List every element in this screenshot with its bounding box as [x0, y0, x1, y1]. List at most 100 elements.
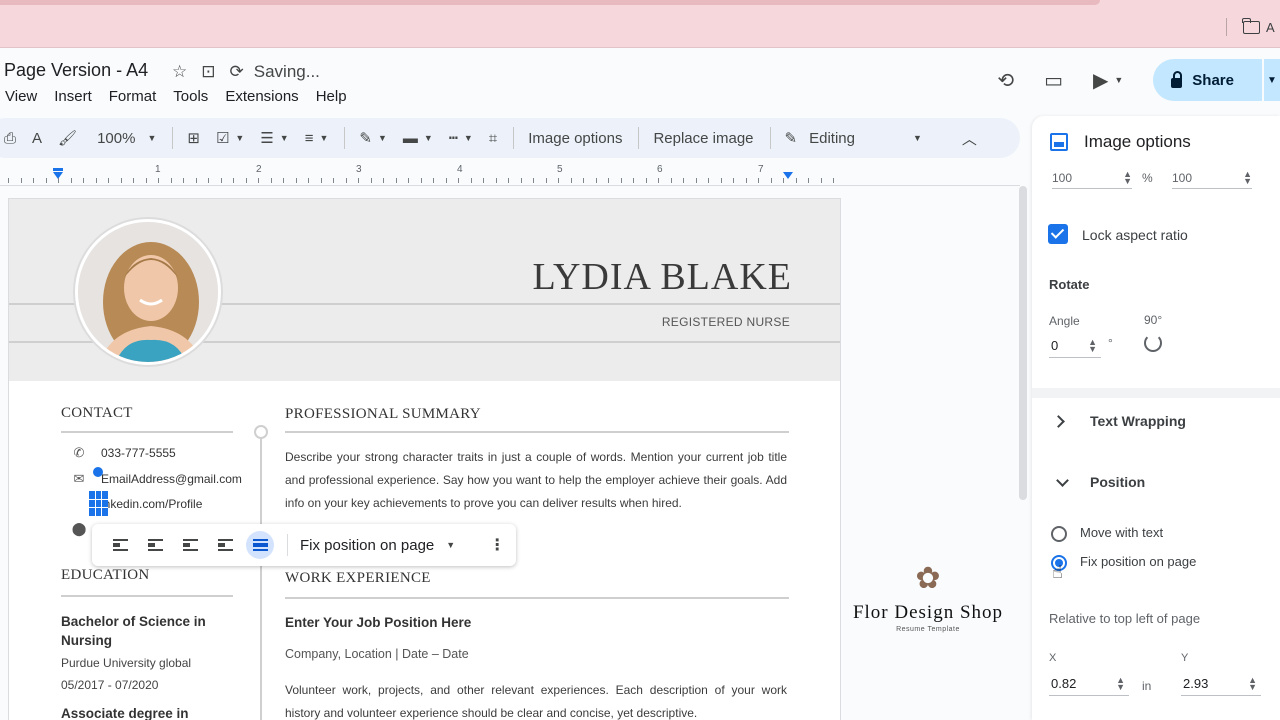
ruler-tick [683, 178, 684, 183]
contact-heading[interactable]: CONTACT [61, 405, 133, 422]
summary-heading[interactable]: PROFESSIONAL SUMMARY [285, 406, 481, 423]
selected-image-grid-icon[interactable] [89, 491, 108, 516]
spinner-icon: ▲ ▼ [1088, 336, 1097, 354]
star-icon[interactable]: ☆ [172, 62, 187, 82]
behind-text-button[interactable] [211, 531, 239, 559]
menu-help[interactable]: Help [316, 88, 347, 105]
ruler-tick [345, 178, 347, 183]
replace-image-button[interactable]: Replace image [653, 130, 753, 147]
y-position-input[interactable]: 2.93 ▲ ▼ [1181, 675, 1261, 696]
move-with-text-radio[interactable] [1051, 526, 1067, 542]
editing-mode-select[interactable]: ✎ Editing ▼ [785, 129, 922, 148]
panel-title: Image options [1084, 132, 1191, 151]
border-weight-icon[interactable]: ▬ ▼ [403, 130, 433, 147]
menu-extensions[interactable]: Extensions [225, 88, 298, 105]
lock-aspect-checkbox[interactable] [1048, 224, 1068, 244]
move-folder-icon[interactable]: ⊡ [201, 62, 215, 82]
degree-symbol: ° [1108, 336, 1113, 350]
ruler-tick [608, 178, 609, 183]
ruler-tick [420, 178, 422, 183]
border-color-icon[interactable]: ✎ ▼ [359, 129, 387, 147]
ruler-tick [195, 178, 197, 183]
format-painter-icon[interactable]: 🖌 [58, 129, 77, 147]
education-rule [61, 595, 233, 597]
job-position[interactable]: Enter Your Job Position Here [285, 615, 471, 630]
bulleted-list-icon[interactable]: ☰ ▼ [260, 129, 288, 147]
spellcheck-icon[interactable]: A [32, 130, 42, 147]
crop-icon[interactable]: ⌗ [489, 130, 497, 147]
chevron-down-icon[interactable] [1056, 474, 1069, 487]
position-mode-select[interactable]: Fix position on page ▼ [300, 537, 455, 554]
first-line-indent-marker[interactable] [53, 168, 63, 171]
break-text-button[interactable] [176, 531, 204, 559]
ruler-tick [83, 178, 84, 183]
width-scale-input[interactable]: 100 ▲ ▼ [1052, 170, 1132, 189]
degree2-title: Associate degree in [61, 706, 189, 720]
menu-tools[interactable]: Tools [173, 88, 208, 105]
summary-rule [285, 431, 789, 433]
wrap-text-button[interactable] [141, 531, 169, 559]
inline-wrap-button[interactable] [106, 531, 134, 559]
scrollbar-thumb[interactable] [1019, 186, 1027, 500]
rotate-90-icon[interactable] [1144, 334, 1162, 352]
x-position-input[interactable]: 0.82 ▲ ▼ [1049, 675, 1129, 696]
meet-icon[interactable]: ▶ ▼ [1093, 68, 1123, 93]
position-section[interactable]: Position [1090, 474, 1145, 490]
resume-job-title[interactable]: REGISTERED NURSE [662, 315, 790, 329]
angle-label: Angle [1049, 314, 1080, 328]
history-icon[interactable]: ⟲ [997, 68, 1014, 93]
menu-view[interactable]: View [5, 88, 37, 105]
header-actions: ⟲ ▭ ▶ ▼ Share ▼ [997, 58, 1280, 102]
angle-input[interactable]: 0 ▲ ▼ [1049, 336, 1101, 358]
height-value: 100 [1172, 171, 1193, 185]
chevron-right-icon[interactable] [1052, 415, 1065, 428]
right-indent-marker[interactable] [783, 172, 793, 179]
text-wrapping-section[interactable]: Text Wrapping [1090, 413, 1186, 429]
education-entry[interactable]: Bachelor of Science in Nursing Purdue Un… [61, 612, 231, 720]
selection-handle[interactable] [93, 467, 103, 477]
ruler-tick [258, 178, 259, 183]
document-title[interactable]: Page Version - A4 [4, 60, 148, 81]
chevron-down-icon: ▼ [446, 540, 456, 550]
document-page[interactable]: LYDIA BLAKE REGISTERED NURSE CONTACT ✆ 0… [8, 198, 841, 720]
ruler-tick [745, 178, 747, 183]
company-line[interactable]: Company, Location | Date – Date [285, 647, 469, 661]
move-with-text-label: Move with text [1080, 525, 1164, 540]
contact-phone[interactable]: ✆ 033-777-5555 [71, 445, 176, 461]
image-options-button[interactable]: Image options [528, 130, 622, 147]
resume-name[interactable]: LYDIA BLAKE [533, 255, 792, 299]
work-heading[interactable]: WORK EXPERIENCE [285, 570, 431, 587]
add-comment-icon[interactable]: ⊞ [187, 129, 200, 147]
ruler-tick [208, 178, 209, 183]
zoom-select[interactable]: 100% ▼ [97, 130, 156, 147]
ruler-tick [133, 178, 134, 183]
toolbar-divider [769, 127, 771, 149]
education-heading[interactable]: EDUCATION [61, 567, 150, 584]
education-dates: 05/2017 - 07/2020 [61, 678, 159, 692]
paint-format-icon[interactable]: ⎙ [4, 130, 16, 147]
height-scale-input[interactable]: 100 ▲ ▼ [1172, 170, 1252, 189]
in-front-of-text-button[interactable] [246, 531, 274, 559]
summary-paragraph[interactable]: Describe your strong character traits in… [285, 446, 787, 515]
bookmark-item[interactable]: A [1226, 17, 1275, 36]
document-scrollbar[interactable] [1019, 186, 1029, 720]
numbered-list-icon[interactable]: ≡ ▼ [305, 130, 329, 147]
border-dash-icon[interactable]: ┅ ▼ [449, 129, 473, 147]
comments-icon[interactable]: ▭ [1044, 68, 1063, 93]
share-dropdown-button[interactable]: ▼ [1264, 59, 1280, 101]
work-paragraph[interactable]: Volunteer work, projects, and other rele… [285, 679, 787, 720]
collapse-toolbar-icon[interactable]: ︿ [962, 128, 977, 149]
ruler-tick [558, 178, 559, 183]
docs-header: Page Version - A4 ☆ ⊡ ⟳ Saving... View I… [0, 48, 1280, 114]
contact-location[interactable]: ⬤ [71, 521, 87, 537]
menu-insert[interactable]: Insert [54, 88, 92, 105]
share-button[interactable]: Share [1153, 59, 1262, 101]
lock-aspect-label: Lock aspect ratio [1082, 227, 1188, 243]
more-options-icon[interactable]: ⋮ [489, 535, 505, 555]
ruler-tick [270, 178, 272, 183]
portrait-image [78, 222, 218, 362]
checklist-icon[interactable]: ☑ ▼ [216, 129, 244, 147]
profile-photo[interactable] [75, 219, 221, 365]
work-rule [285, 597, 789, 599]
menu-format[interactable]: Format [109, 88, 157, 105]
